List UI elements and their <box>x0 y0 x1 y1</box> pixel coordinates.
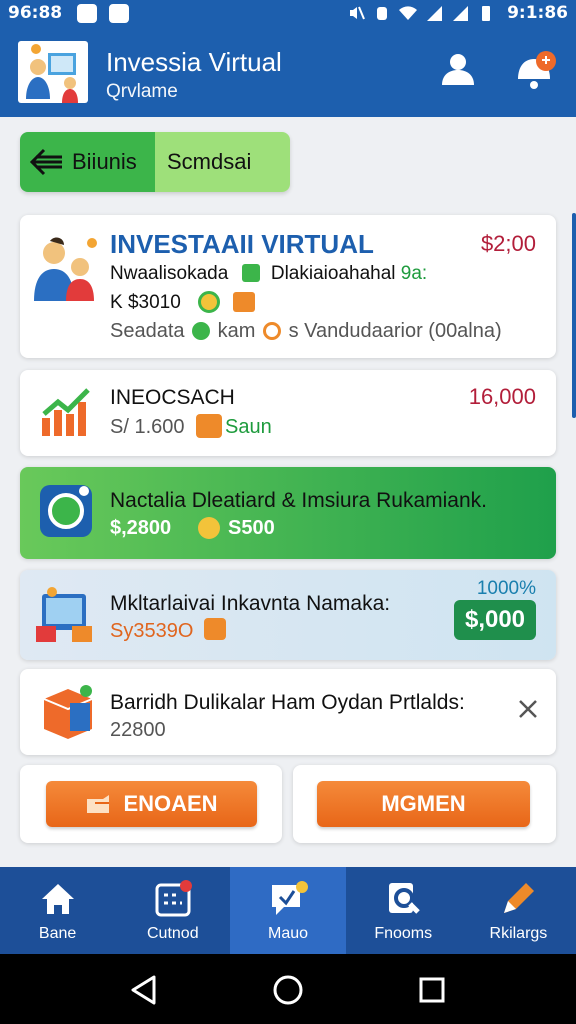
nav-item-bane[interactable]: Bane <box>0 867 115 954</box>
investment-card[interactable]: Mkltarlaivai Inkavnta Namaka: Sy3539O 10… <box>20 570 556 660</box>
nav-label: Bane <box>38 924 77 942</box>
dashboard-icon <box>36 587 92 642</box>
detail-text: Dlakiaioahahal <box>270 263 396 284</box>
coin-icon <box>198 517 220 539</box>
home-icon <box>41 883 74 914</box>
nav-item-fnooms[interactable]: Fnooms <box>346 867 461 954</box>
amount-text: K $3010 <box>110 292 181 313</box>
card-amount: 22800 <box>110 719 166 741</box>
card-amount: K $3010 <box>110 291 256 314</box>
price-button[interactable]: $,000 <box>454 600 536 640</box>
wifi-icon <box>399 6 418 21</box>
footnote-text: Seadata <box>110 320 185 342</box>
wallet-icon <box>196 414 222 438</box>
user-icon[interactable] <box>440 51 476 87</box>
coin-icon <box>198 291 221 313</box>
investment-card[interactable]: Barridh Dulikalar Ham Oydan Prtlalds: 22… <box>20 669 556 755</box>
save-label: Saun <box>225 416 272 438</box>
action-card: ENOAEN <box>20 765 282 843</box>
alarm-icon <box>377 7 388 20</box>
orange-dot-icon <box>263 322 281 340</box>
close-icon[interactable] <box>518 699 538 719</box>
footnote-text: kam <box>217 320 256 342</box>
card-footnote: Seadata kam s Vandudaarior (00alna) <box>110 320 502 343</box>
card-heading: INVESTAAII VIRTUAL <box>110 229 374 259</box>
card-heading: Nactalia Dleatiard & Imsiura Rukamiank. <box>110 489 487 512</box>
home-circle-icon[interactable] <box>272 974 304 1006</box>
bottom-navigation: Bane Cutnod Mauo Fnooms Rkilargs <box>0 867 576 954</box>
investment-card[interactable]: INEOCSACH 16,000 S/ 1.600 Saun <box>20 370 556 456</box>
back-icon[interactable] <box>128 974 160 1006</box>
card-amount-secondary: S500 <box>228 517 275 539</box>
nav-label: Cutnod <box>147 924 199 942</box>
app-logo <box>18 41 88 103</box>
signal-icon <box>453 6 469 21</box>
card-amount: S/ 1.600 <box>110 416 185 438</box>
nav-item-cutnod[interactable]: Cutnod <box>115 867 230 954</box>
people-icon <box>34 237 97 301</box>
mgmen-button[interactable]: MGMEN <box>317 781 530 827</box>
card-percentage: 1000% <box>476 578 536 599</box>
back-arrow-icon <box>30 148 62 176</box>
status-time: 96:88 <box>8 3 63 23</box>
card-price: 16,000 <box>468 384 536 409</box>
app-bar: Invessia Virtual Qrvlame <box>0 27 576 117</box>
app-title: Invessia Virtual <box>106 47 282 77</box>
featured-card[interactable]: Nactalia Dleatiard & Imsiura Rukamiank. … <box>20 467 556 559</box>
card-amount: Sy3539O <box>110 620 194 642</box>
scrollbar[interactable] <box>572 213 576 418</box>
growth-chart-icon <box>42 388 90 436</box>
nav-item-mauo[interactable]: Mauo <box>230 867 346 954</box>
mute-icon <box>350 6 366 20</box>
card-heading: Barridh Dulikalar Ham Oydan Prtlalds: <box>110 691 465 714</box>
app-subtitle: Qrvlame <box>106 81 178 102</box>
button-label: MGMEN <box>381 791 466 816</box>
segmented-tabs: Biiunis Scmdsai <box>20 132 290 192</box>
tab-scmdsai[interactable]: Scmdsai <box>155 132 290 192</box>
nav-item-rkilargs[interactable]: Rkilargs <box>461 867 576 954</box>
green-dot-icon <box>192 322 211 340</box>
tab-label: Biiunis <box>72 149 137 174</box>
detail-text: 9a: <box>400 263 428 284</box>
small-icon <box>241 264 260 282</box>
card-price: $2;00 <box>480 231 536 256</box>
status-bar: 96:88 9:1:86 <box>0 0 576 27</box>
tab-label: Scmdsai <box>167 149 252 174</box>
notification-icon <box>109 4 129 23</box>
battery-icon <box>482 6 491 21</box>
chat-icon <box>272 880 308 915</box>
gift-icon <box>233 292 256 312</box>
calendar-icon <box>155 879 192 916</box>
card-detail: Nwaalisokada Dlakiaioahahal 9a: <box>110 263 427 285</box>
notification-bell-icon[interactable] <box>514 49 560 95</box>
package-icon <box>43 685 93 739</box>
card-heading: Mkltarlaivai Inkavnta Namaka: <box>110 592 391 615</box>
notification-icon <box>77 4 97 23</box>
nav-label: Fnooms <box>374 924 433 942</box>
footnote-text: s Vandudaarior (00alna) <box>288 320 502 342</box>
enoaen-button[interactable]: ENOAEN <box>46 781 257 827</box>
nav-label: Mauo <box>267 924 309 942</box>
tab-biiunis[interactable]: Biiunis <box>20 132 155 192</box>
card-amount: $,2800 <box>110 517 172 539</box>
button-label: ENOAEN <box>123 791 218 816</box>
signal-icon <box>427 6 443 21</box>
nav-label: Rkilargs <box>489 924 548 942</box>
recents-icon[interactable] <box>416 974 448 1006</box>
status-time-right: 9:1:86 <box>507 3 568 23</box>
gift-icon <box>204 618 226 640</box>
detail-text: Nwaalisokada <box>110 263 229 284</box>
wallet-icon <box>87 795 110 813</box>
card-heading: INEOCSACH <box>110 386 235 409</box>
investment-card[interactable]: INVESTAAII VIRTUAL $2;00 Nwaalisokada Dl… <box>20 215 556 358</box>
camera-app-icon <box>40 485 92 537</box>
action-card: MGMEN <box>293 765 556 843</box>
system-navigation <box>0 954 576 1024</box>
edit-icon <box>504 882 535 913</box>
search-doc-icon <box>389 882 420 914</box>
